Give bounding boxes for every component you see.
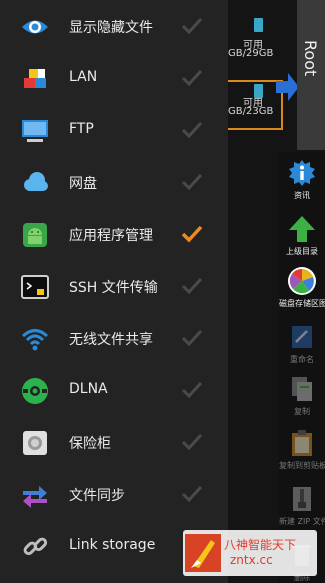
android-icon [23, 223, 47, 247]
storage-card-internal[interactable]: 可用 GB/29GB [228, 18, 283, 78]
new-zip-button[interactable]: 新建 ZIP 文件 [279, 484, 325, 527]
drawer-item-wifi-share[interactable]: 无线文件共享 [0, 314, 228, 362]
cloud-icon [24, 172, 48, 191]
drawer-item-label: 保险柜 [69, 436, 111, 452]
navigation-drawer: 显示隐藏文件 LAN FTP 网盘 应用程序管理 SSH 文件传输 无线文件共享… [0, 0, 228, 583]
checkmark-icon [181, 277, 203, 295]
root-tab-label: Root [301, 40, 320, 77]
drawer-item-show-hidden[interactable]: 显示隐藏文件 [0, 2, 228, 50]
drawer-item-ssh[interactable]: SSH 文件传输 [0, 262, 228, 310]
info-icon [289, 160, 315, 186]
zip-icon [293, 487, 311, 511]
drawer-item-safe[interactable]: 保险柜 [0, 418, 228, 466]
copy-button[interactable]: 复制 [279, 374, 325, 417]
checkmark-icon [181, 433, 203, 451]
pie-chart-icon [288, 267, 316, 295]
watermark-text: 八神智能天下 [224, 538, 297, 552]
drawer-item-cloud[interactable]: 网盘 [0, 158, 228, 206]
storage-device-icon [254, 18, 263, 32]
storage-size-label: GB/29GB [228, 48, 274, 59]
drawer-item-app-manager[interactable]: 应用程序管理 [0, 210, 228, 258]
checkmark-icon [181, 173, 203, 191]
drawer-item-label: 网盘 [69, 176, 97, 192]
checkmark-icon [181, 69, 203, 87]
drawer-item-label: 应用程序管理 [69, 228, 153, 244]
drawer-item-label: LAN [69, 69, 98, 85]
checkmark-icon [181, 225, 203, 243]
lan-icon [24, 69, 46, 88]
checkmark-icon [181, 17, 203, 35]
storage-card-sd[interactable]: 可用 GB/23GB [228, 80, 283, 130]
drawer-item-label: DLNA [69, 381, 108, 397]
clipboard-label: 复制到剪贴板 [279, 461, 325, 470]
sync-icon [23, 486, 47, 508]
link-icon [23, 537, 48, 556]
monitor-icon [22, 120, 48, 142]
parent-dir-label: 上级目录 [286, 247, 318, 256]
drawer-item-label: 文件同步 [69, 488, 125, 504]
drawer-item-label: 无线文件共享 [69, 332, 153, 348]
copy-label: 复制 [294, 407, 310, 416]
copy-icon [292, 377, 312, 401]
watermark-url: zntx.cc [230, 553, 273, 567]
parent-dir-button[interactable]: 上级目录 [279, 214, 325, 257]
drawer-item-label: Link storage [69, 537, 156, 553]
disk-map-button[interactable]: 磁盘存储区图 [279, 266, 325, 309]
checkmark-icon [181, 485, 203, 503]
drawer-item-label: FTP [69, 121, 94, 137]
checkmark-icon [181, 329, 203, 347]
drawer-item-dlna[interactable]: DLNA [0, 366, 228, 414]
info-button[interactable]: 资讯 [279, 158, 325, 201]
clipboard-button[interactable]: 复制到剪贴板 [279, 428, 325, 471]
new-zip-label: 新建 ZIP 文件 [279, 517, 325, 526]
terminal-icon [21, 275, 49, 299]
up-arrow-icon [289, 216, 315, 242]
info-label: 资讯 [294, 191, 310, 200]
drawer-item-label: 显示隐藏文件 [69, 20, 153, 36]
wifi-icon [21, 329, 49, 351]
storage-size-label: GB/23GB [228, 106, 274, 117]
drawer-item-label: SSH 文件传输 [69, 280, 158, 296]
clipboard-icon [292, 430, 312, 456]
dlna-icon [22, 378, 48, 404]
rename-label: 重命名 [290, 355, 314, 364]
rename-button[interactable]: 重命名 [279, 322, 325, 365]
drawer-item-file-sync[interactable]: 文件同步 [0, 470, 228, 518]
checkmark-icon [181, 121, 203, 139]
eye-icon [22, 20, 48, 34]
safe-icon [23, 431, 47, 455]
drawer-item-lan[interactable]: LAN [0, 54, 228, 102]
rename-icon [292, 326, 312, 348]
checkmark-icon [181, 381, 203, 399]
drawer-item-ftp[interactable]: FTP [0, 106, 228, 154]
disk-map-label: 磁盘存储区图 [279, 299, 325, 308]
